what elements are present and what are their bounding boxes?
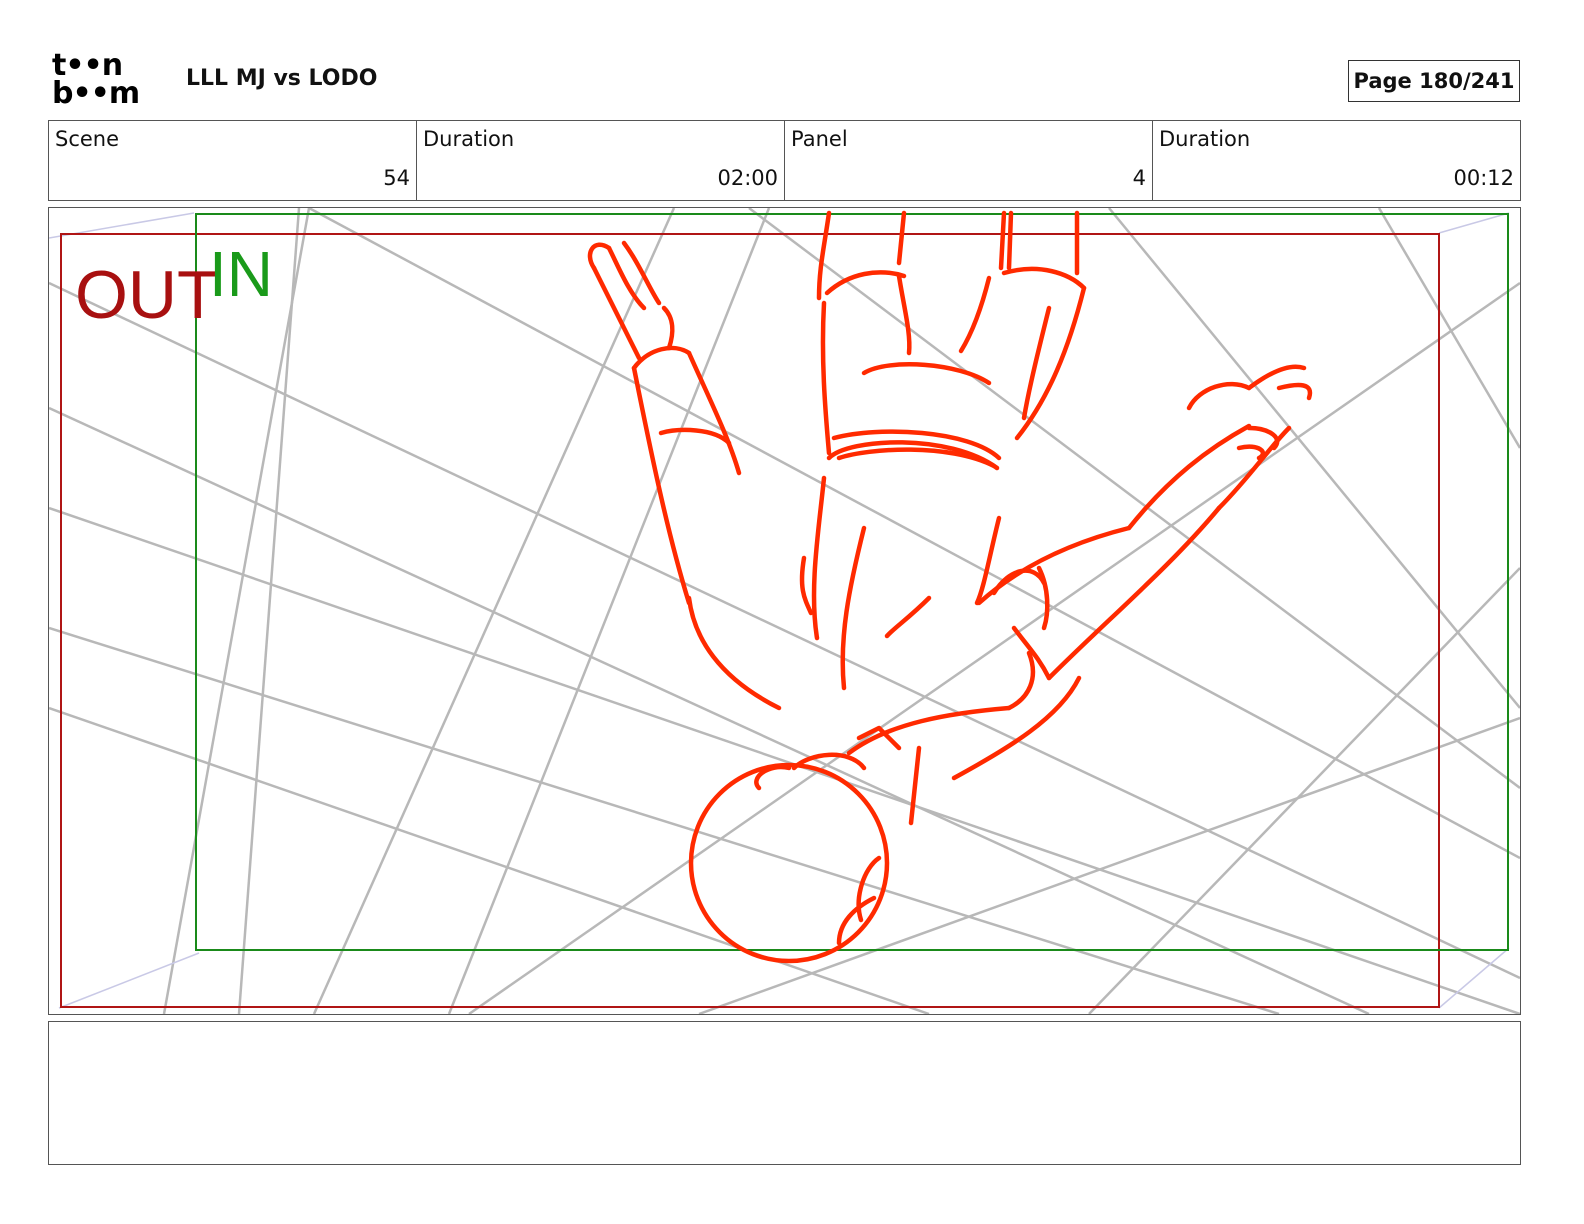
panel-duration-value: 00:12	[1453, 166, 1514, 190]
in-label: IN	[209, 238, 273, 310]
panel-cell: Panel 4	[785, 121, 1153, 200]
page-indicator: Page 180/241	[1348, 60, 1520, 102]
panel-value: 4	[1132, 166, 1146, 190]
panel-duration-label: Duration	[1159, 127, 1251, 151]
scene-label: Scene	[55, 127, 120, 151]
notes-box	[48, 1021, 1521, 1165]
panel-drawing: OUT IN	[49, 208, 1520, 1014]
scene-duration-cell: Duration 02:00	[417, 121, 785, 200]
scene-duration-value: 02:00	[717, 166, 778, 190]
project-title: LLL MJ vs LODO	[186, 66, 378, 91]
storyboard-panel: OUT IN	[48, 207, 1521, 1015]
out-label: OUT	[75, 257, 219, 333]
scene-cell: Scene 54	[49, 121, 417, 200]
logo-line-2: b••m	[52, 76, 140, 111]
panel-label: Panel	[791, 127, 848, 151]
toonboom-logo: t••n b••m	[52, 51, 164, 112]
panel-info-table: Scene 54 Duration 02:00 Panel 4 Duration…	[48, 120, 1521, 201]
scene-value: 54	[383, 166, 410, 190]
panel-duration-cell: Duration 00:12	[1153, 121, 1520, 200]
perspective-guides	[49, 208, 1520, 1014]
character-sketch	[587, 210, 1313, 964]
scene-duration-label: Duration	[423, 127, 515, 151]
